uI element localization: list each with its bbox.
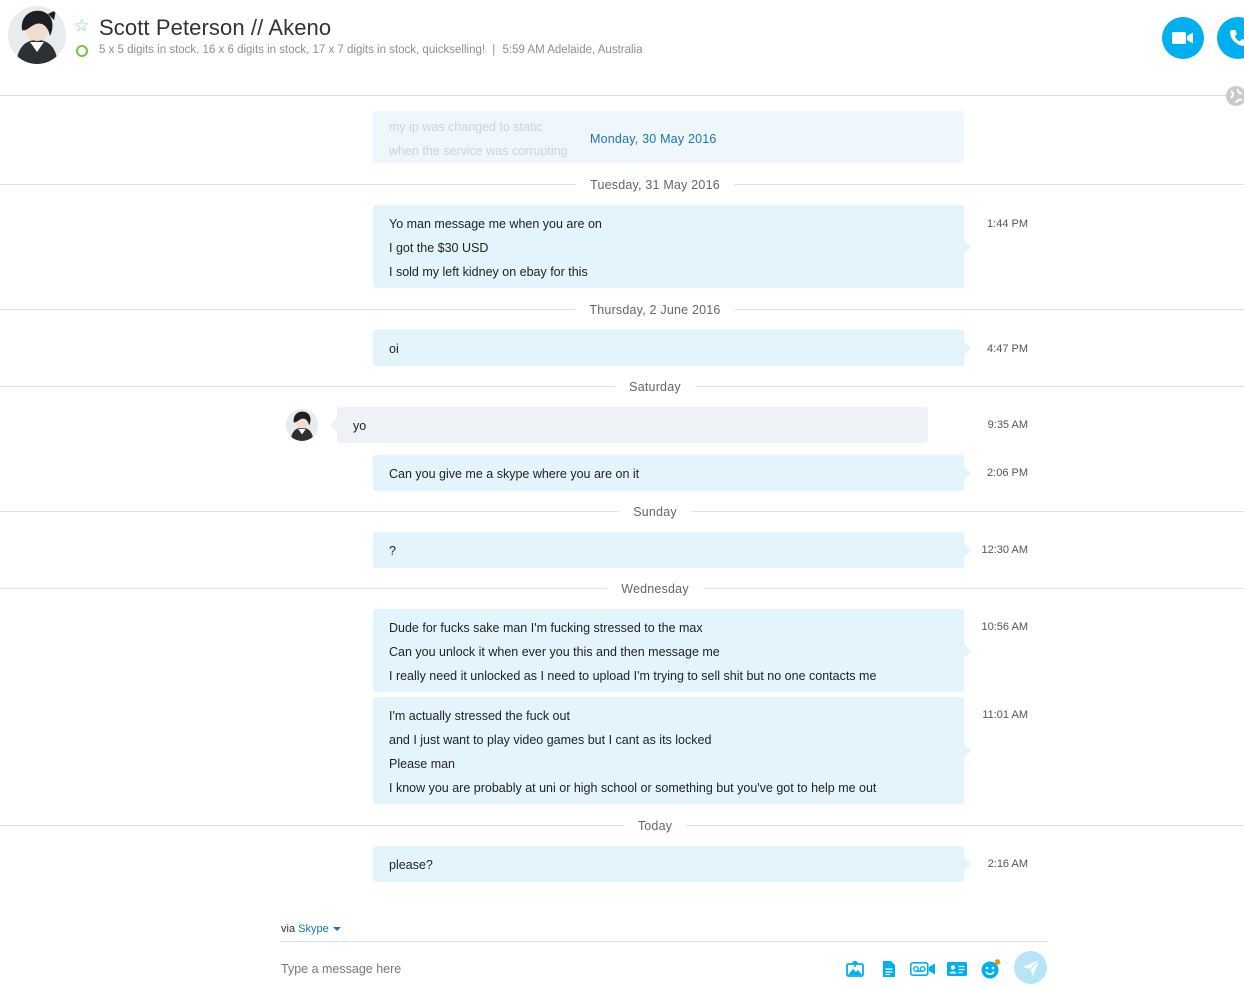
- contact-mood-and-location: 5 x 5 digits in stock, 16 x 6 digits in …: [99, 44, 643, 56]
- conversation-header: ☆ Scott Peterson // Akeno 5 x 5 digits i…: [0, 0, 1244, 106]
- message-line: I know you are probably at uni or high s…: [389, 781, 877, 795]
- contact-avatar[interactable]: [8, 6, 66, 64]
- day-label: Wednesday: [607, 582, 703, 596]
- sender-avatar[interactable]: [286, 409, 318, 441]
- incoming-message[interactable]: yo: [330, 407, 928, 443]
- message-timestamp: 2:06 PM: [987, 467, 1028, 479]
- outgoing-message[interactable]: Can you give me a skype where you are on…: [373, 455, 971, 491]
- outgoing-message[interactable]: oi: [373, 330, 971, 366]
- message-line: oi: [389, 342, 399, 356]
- audio-call-button[interactable]: [1217, 17, 1244, 59]
- via-service[interactable]: Skype: [298, 923, 329, 935]
- day-label: Thursday, 2 June 2016: [575, 303, 735, 317]
- message-line: I really need it unlocked as I need to u…: [389, 669, 877, 683]
- outgoing-message[interactable]: Dude for fucks sake man I'm fucking stre…: [373, 609, 971, 692]
- send-photo-icon[interactable]: [844, 958, 866, 980]
- chevron-down-icon[interactable]: [332, 927, 341, 932]
- day-divider: [0, 825, 1244, 826]
- message-line: I sold my left kidney on ebay for this: [389, 265, 588, 279]
- mood-message: 5 x 5 digits in stock, 16 x 6 digits in …: [99, 44, 486, 56]
- day-label: Tuesday, 31 May 2016: [576, 178, 734, 192]
- message-line: I got the $30 USD: [389, 241, 489, 255]
- video-call-button[interactable]: [1162, 17, 1204, 59]
- message-line: yo: [353, 419, 367, 433]
- send-button[interactable]: [1014, 951, 1047, 984]
- message-composer: via Skype: [0, 910, 1244, 988]
- message-line: Yo man message me when you are on: [389, 217, 602, 231]
- message-line: Can you give me a skype where you are on…: [389, 467, 640, 481]
- message-timestamp: 4:47 PM: [987, 343, 1028, 355]
- send-via-selector[interactable]: via Skype: [281, 923, 341, 935]
- day-label: Saturday: [615, 380, 695, 394]
- message-history[interactable]: my ip was changed to static when the ser…: [0, 97, 1244, 897]
- send-file-icon[interactable]: [878, 958, 900, 980]
- message-timestamp: 10:56 AM: [981, 621, 1028, 633]
- mood-separator: |: [492, 44, 496, 56]
- via-prefix: via: [281, 923, 296, 935]
- day-label: Today: [623, 819, 687, 833]
- video-camera-icon: [1172, 32, 1193, 44]
- day-label: Sunday: [619, 505, 691, 519]
- message-timestamp: 9:35 AM: [987, 419, 1028, 431]
- message-line: and I just want to play video games but …: [389, 733, 712, 747]
- message-timestamp: 12:30 AM: [981, 544, 1028, 556]
- emoticon-icon[interactable]: [980, 958, 1002, 980]
- presence-online-icon: [76, 45, 88, 57]
- message-input[interactable]: [281, 958, 821, 980]
- message-line: please?: [389, 858, 433, 872]
- video-message-icon[interactable]: [910, 958, 936, 980]
- local-time: 5:59 AM Adelaide, Australia: [502, 44, 643, 56]
- message-line: I'm actually stressed the fuck out: [389, 709, 570, 723]
- composer-divider: [281, 941, 1047, 942]
- message-timestamp: 11:01 AM: [982, 709, 1028, 721]
- message-line: Please man: [389, 757, 456, 771]
- outgoing-message[interactable]: ?: [373, 532, 971, 568]
- message-line: Can you unlock it when ever you this and…: [389, 645, 720, 659]
- send-contacts-icon[interactable]: [946, 958, 968, 980]
- message-timestamp: 1:44 PM: [987, 218, 1028, 230]
- outgoing-message[interactable]: Yo man message me when you are on I got …: [373, 205, 971, 288]
- phone-icon: [1230, 30, 1244, 46]
- message-line: Dude for fucks sake man I'm fucking stre…: [389, 621, 703, 635]
- outgoing-message[interactable]: please?: [373, 846, 971, 882]
- message-line: ?: [389, 544, 396, 558]
- message-timestamp: 2:16 AM: [987, 858, 1028, 870]
- sticky-date-header: Monday, 30 May 2016: [590, 132, 717, 146]
- favorite-star-icon[interactable]: ☆: [74, 17, 89, 35]
- send-icon: [1022, 959, 1039, 976]
- outgoing-message[interactable]: I'm actually stressed the fuck out and I…: [373, 697, 971, 804]
- contact-name[interactable]: Scott Peterson // Akeno: [99, 15, 331, 41]
